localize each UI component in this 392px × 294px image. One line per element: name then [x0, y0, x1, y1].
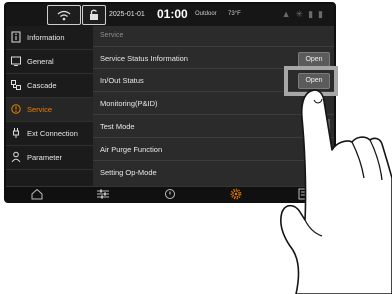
pointing-hand-illustration — [280, 89, 392, 294]
